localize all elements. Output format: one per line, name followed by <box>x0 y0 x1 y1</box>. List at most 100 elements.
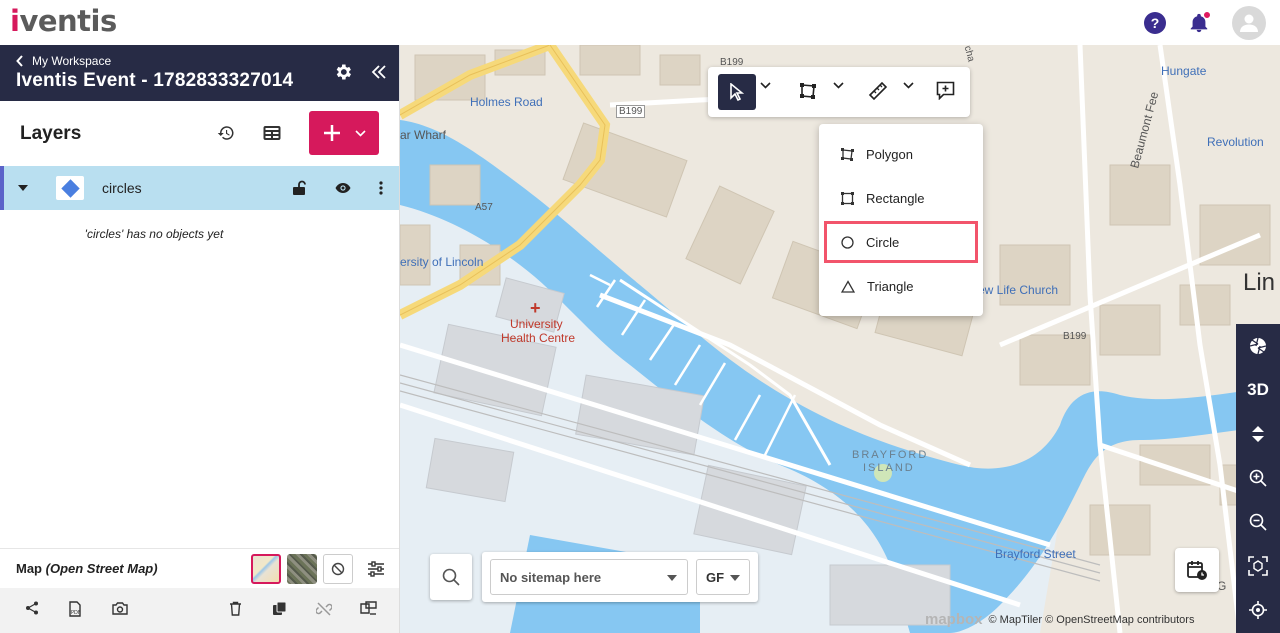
pitch-button[interactable] <box>1236 412 1280 456</box>
caret-down-icon <box>667 575 677 581</box>
map-label-new-life-church: ew Life Church <box>978 283 1059 297</box>
map-style-name: (Open Street Map) <box>45 561 158 576</box>
map-style-row: Map (Open Street Map) <box>0 548 399 588</box>
pitch-icon <box>1252 426 1264 442</box>
basemap-thumbnails <box>251 554 385 584</box>
menu-item-rectangle[interactable]: Rectangle <box>819 176 983 220</box>
add-comment-icon[interactable] <box>936 81 955 100</box>
attribution-text[interactable]: © MapTiler © OpenStreetMap contributors <box>989 614 1195 626</box>
zoom-in-button[interactable] <box>1236 456 1280 500</box>
zoom-out-icon <box>1249 513 1267 531</box>
share-icon[interactable] <box>25 601 39 615</box>
sitemap-select[interactable]: No sitemap here <box>490 559 688 595</box>
map-attribution: mapbox © MapTiler © OpenStreetMap contri… <box>925 611 1194 628</box>
search-icon <box>442 568 460 586</box>
menu-item-circle[interactable]: Circle <box>824 221 978 263</box>
floor-select[interactable]: GF <box>696 559 750 595</box>
eye-icon[interactable] <box>335 182 351 194</box>
gear-icon[interactable] <box>333 62 353 82</box>
fit-view-icon <box>1248 556 1268 576</box>
locate-button[interactable] <box>1236 588 1280 632</box>
triangle-icon <box>841 279 855 293</box>
collapse-sidebar-icon[interactable] <box>371 64 387 80</box>
top-right-actions: ? <box>1144 6 1266 40</box>
map-canvas[interactable]: Holmes Road B199 B199 B199 ar Wharf A57 … <box>400 45 1280 633</box>
menu-item-triangle[interactable]: Triangle <box>819 264 983 308</box>
drawing-toolbar <box>708 67 970 117</box>
hospital-icon: + <box>530 298 541 318</box>
pdf-export-icon[interactable]: PDF <box>68 601 82 617</box>
satellite-map-thumbnail[interactable] <box>287 554 317 584</box>
ruler-icon[interactable] <box>868 81 888 101</box>
notification-dot <box>1203 11 1211 19</box>
chevron-down-icon[interactable] <box>760 82 771 89</box>
header-actions <box>333 62 387 82</box>
more-options-icon[interactable] <box>379 181 383 195</box>
event-title: Iventis Event - 1782833327014 <box>16 70 294 91</box>
add-layer-button[interactable] <box>309 111 379 155</box>
layers-header: Layers <box>0 101 399 166</box>
breadcrumb[interactable]: My Workspace <box>16 54 383 68</box>
map-label-health-centre-1: University <box>510 317 563 331</box>
bell-icon[interactable] <box>1188 11 1211 34</box>
help-icon[interactable]: ? <box>1144 12 1166 34</box>
transform-icon[interactable] <box>360 601 377 616</box>
menu-item-polygon[interactable]: Polygon <box>819 132 983 176</box>
sidebar: My Workspace Iventis Event - 17828333270… <box>0 45 400 633</box>
svg-text:PDF: PDF <box>71 610 81 616</box>
unlink-icon[interactable] <box>316 601 332 617</box>
no-basemap-button[interactable] <box>323 554 353 584</box>
map-label-brayford-street: Brayford Street <box>995 547 1076 561</box>
caret-down-icon[interactable] <box>18 185 28 191</box>
block-icon <box>331 562 345 576</box>
copy-icon[interactable] <box>272 601 287 616</box>
schedule-button[interactable] <box>1175 548 1219 592</box>
layer-name: circles <box>102 180 142 196</box>
unlock-icon[interactable] <box>291 180 307 196</box>
camera-icon[interactable] <box>112 601 128 615</box>
layer-color-swatch <box>56 176 84 200</box>
layer-item-circles[interactable]: circles <box>0 166 399 210</box>
tune-settings-icon[interactable] <box>367 561 385 577</box>
3d-toggle-button[interactable]: 3D <box>1236 368 1280 412</box>
event-header: My Workspace Iventis Event - 17828333270… <box>0 45 399 101</box>
bottom-toolbar: PDF <box>0 588 399 633</box>
locate-icon <box>1249 601 1267 619</box>
breadcrumb-label: My Workspace <box>32 54 112 68</box>
floor-select-value: GF <box>706 569 725 585</box>
zoom-out-button[interactable] <box>1236 500 1280 544</box>
map-label-b199-right: B199 <box>1063 331 1087 342</box>
iventis-logo[interactable]: iventis <box>10 4 117 38</box>
calendar-clock-icon <box>1187 561 1207 580</box>
plus-icon <box>324 125 340 141</box>
map-search-button[interactable] <box>430 554 472 600</box>
layers-title: Layers <box>20 122 82 144</box>
sitemap-selector-panel: No sitemap here GF <box>482 552 758 602</box>
layers-actions <box>217 111 379 155</box>
menu-item-label: Triangle <box>867 278 914 294</box>
empty-layer-message: 'circles' has no objects yet <box>84 227 224 241</box>
chevron-down-icon[interactable] <box>903 82 914 89</box>
map-label-brayford-1: BRAYFORD <box>852 449 929 461</box>
aperture-button[interactable] <box>1236 324 1280 368</box>
layer-actions <box>291 180 383 196</box>
aperture-icon <box>1249 337 1267 355</box>
avatar[interactable] <box>1232 6 1266 40</box>
polygon-tool-icon[interactable] <box>799 82 817 100</box>
top-bar: iventis iventis ? <box>0 0 1280 45</box>
mapbox-logo[interactable]: mapbox <box>925 611 983 628</box>
map-label-wharf: ar Wharf <box>400 128 447 142</box>
history-icon[interactable] <box>217 124 235 142</box>
table-icon[interactable] <box>263 125 281 141</box>
delete-icon[interactable] <box>229 601 242 616</box>
street-map-thumbnail[interactable] <box>251 554 281 584</box>
chevron-down-icon[interactable] <box>833 82 844 89</box>
select-tool-button[interactable] <box>718 74 756 110</box>
map-label-hungate: Hungate <box>1161 64 1207 78</box>
menu-item-label: Circle <box>866 234 900 250</box>
map-label-a57: A57 <box>475 202 493 213</box>
map-label-b199: B199 <box>616 105 646 118</box>
zoom-in-icon <box>1249 469 1267 487</box>
menu-item-label: Polygon <box>866 146 913 162</box>
fit-view-button[interactable] <box>1236 544 1280 588</box>
